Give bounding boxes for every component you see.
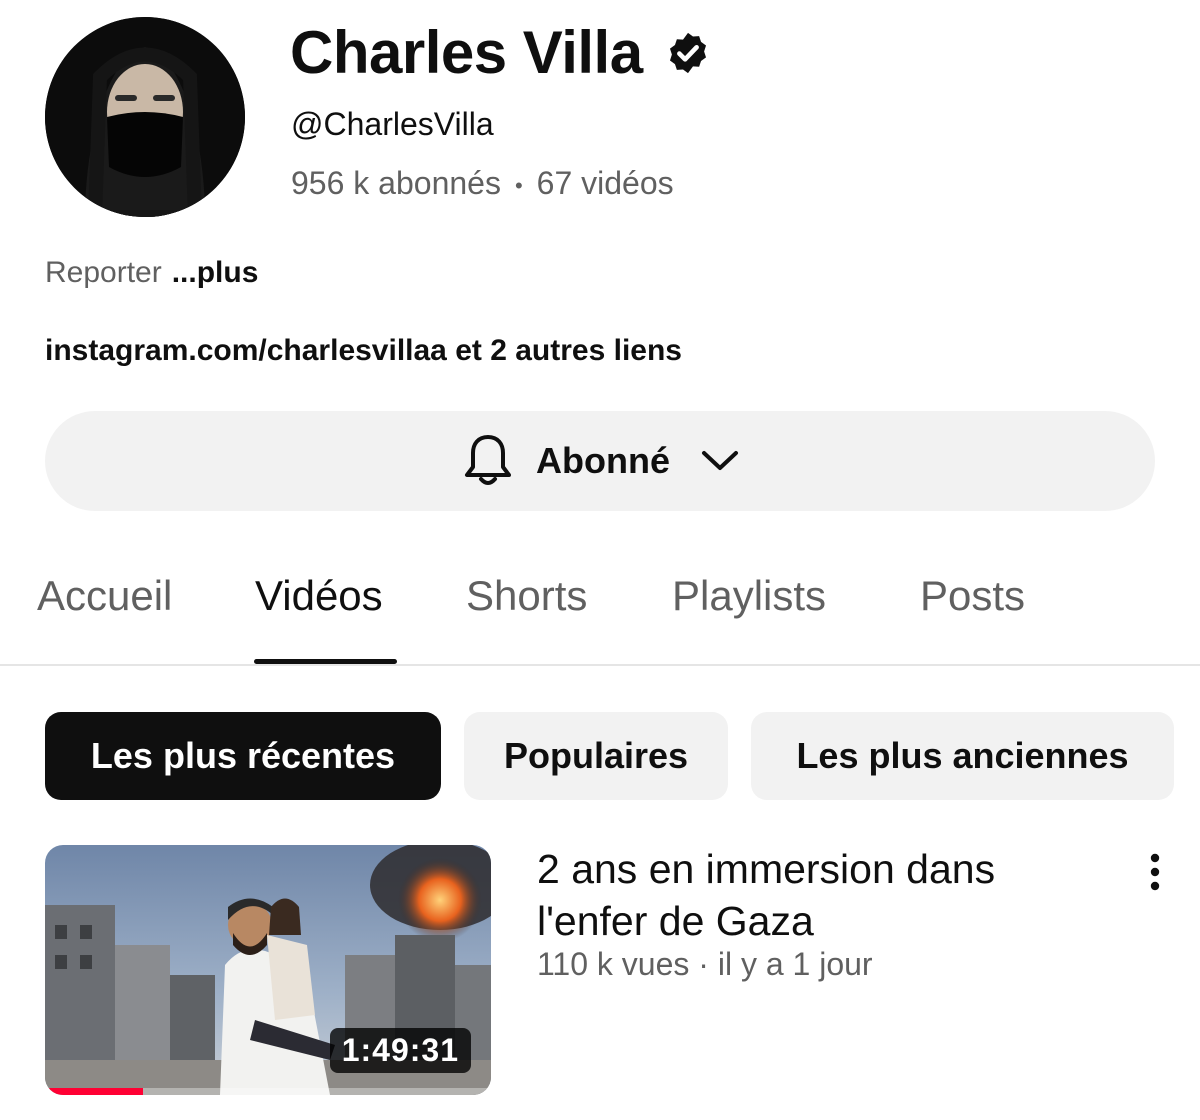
channel-description[interactable]: Reporter ...plus <box>45 256 258 290</box>
filter-chip-recent[interactable]: Les plus récentes <box>45 712 441 800</box>
channel-avatar[interactable] <box>45 17 245 217</box>
filter-chip-popular[interactable]: Populaires <box>464 712 728 800</box>
channel-links[interactable]: instagram.com/charlesvillaa et 2 autres … <box>45 334 682 368</box>
video-thumbnail[interactable]: 1:49:31 <box>45 845 491 1095</box>
tabs-divider <box>0 664 1200 666</box>
watch-progress-bar <box>45 1088 144 1095</box>
channel-name-row: Charles Villa <box>290 18 711 87</box>
video-title[interactable]: 2 ans en immersion dans l'enfer de Gaza <box>537 843 1097 947</box>
tab-posts[interactable]: Posts <box>920 572 1025 620</box>
more-link[interactable]: ...plus <box>172 256 259 289</box>
verified-check-icon <box>669 32 706 73</box>
avatar-image <box>45 17 245 217</box>
filter-chip-oldest[interactable]: Les plus anciennes <box>751 712 1174 800</box>
video-meta: 110 k vues · il y a 1 jour <box>537 946 873 982</box>
video-duration: 1:49:31 <box>329 1028 471 1073</box>
tab-videos[interactable]: Vidéos <box>255 572 383 620</box>
subscriber-count: 956 k abonnés <box>291 165 501 201</box>
stats-separator: • <box>514 172 523 198</box>
channel-name: Charles Villa <box>290 19 643 86</box>
channel-handle: @CharlesVilla <box>291 106 494 142</box>
video-count: 67 vidéos <box>536 165 674 201</box>
subscribed-label: Abonné <box>536 440 670 481</box>
chevron-down-icon <box>701 451 738 470</box>
tab-shorts[interactable]: Shorts <box>466 572 587 620</box>
channel-tabs: Accueil Vidéos Shorts Playlists Posts <box>0 572 1200 664</box>
description-text: Reporter <box>45 256 162 289</box>
channel-stats: 956 k abonnés • 67 vidéos <box>291 165 674 202</box>
tab-playlists[interactable]: Playlists <box>672 572 826 620</box>
more-vertical-icon[interactable] <box>1140 852 1170 892</box>
subscribed-button[interactable]: Abonné <box>45 411 1155 511</box>
tab-accueil[interactable]: Accueil <box>37 572 172 620</box>
bell-icon <box>465 435 511 485</box>
